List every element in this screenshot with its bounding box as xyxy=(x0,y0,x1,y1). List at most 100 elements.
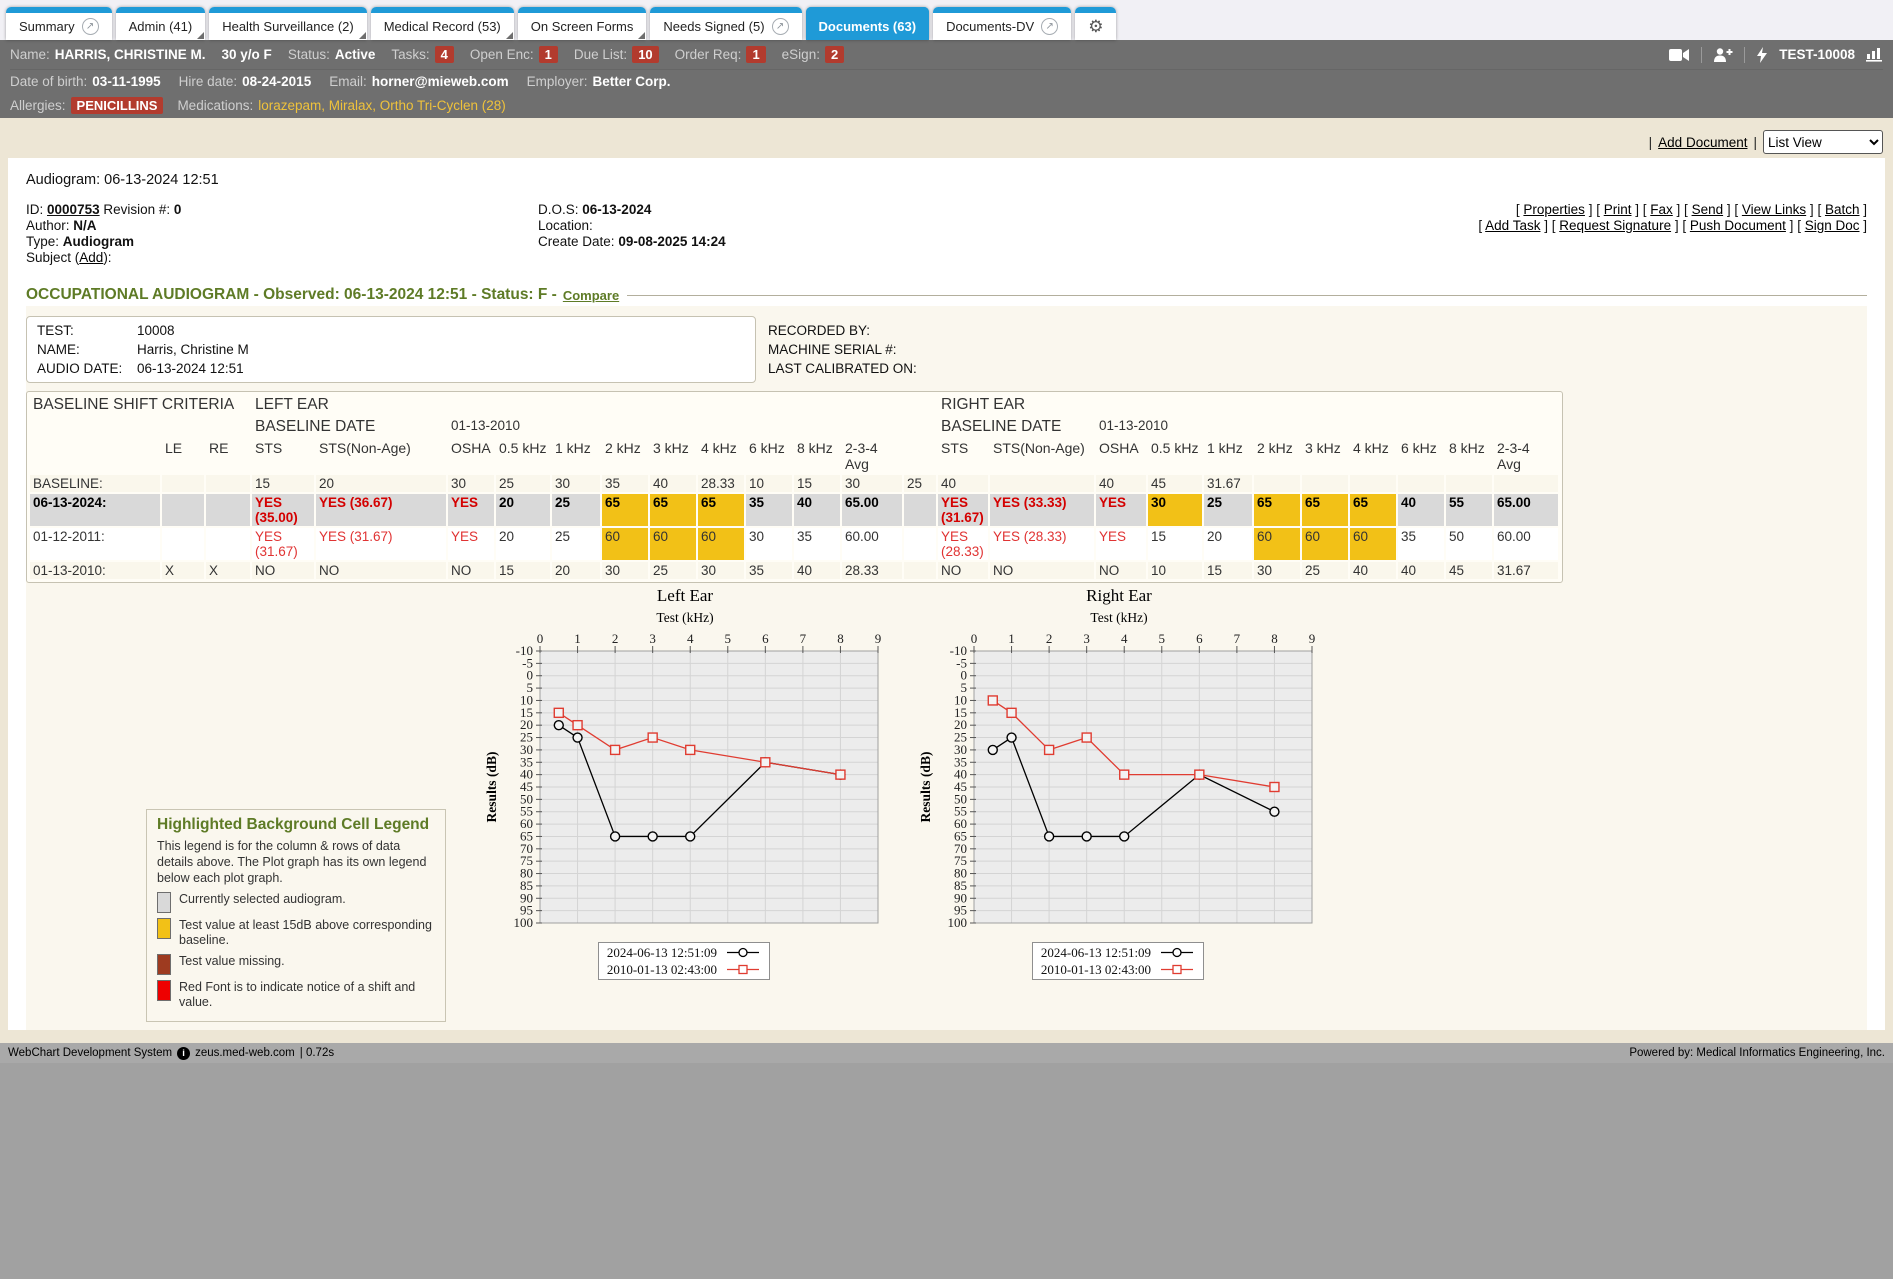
doc-link-print[interactable]: Print xyxy=(1604,202,1632,217)
doc-link-request-signature[interactable]: Request Signature xyxy=(1559,218,1671,233)
tab-label: Needs Signed (5) xyxy=(663,19,764,34)
doc-link-add-task[interactable]: Add Task xyxy=(1485,218,1540,233)
doc-link-send[interactable]: Send xyxy=(1692,202,1724,217)
table-cell: 35 xyxy=(794,528,840,560)
table-cell: 60 xyxy=(1302,528,1348,560)
add-person-icon[interactable] xyxy=(1713,47,1733,62)
table-row: 01-12-2011:YES (31.67)YES (31.67)YES2025… xyxy=(30,528,1558,560)
audio-date-label: AUDIO DATE: xyxy=(37,359,137,378)
table-cell: 35 xyxy=(746,494,792,526)
document-meta: ID: 0000753 Revision #: 0 Author: N/A Ty… xyxy=(26,202,1867,266)
legend-swatch xyxy=(157,892,171,913)
view-select[interactable]: List View xyxy=(1763,130,1883,154)
table-cell: 15 xyxy=(794,475,840,492)
table-cell: YES xyxy=(448,494,494,526)
table-cell xyxy=(1494,475,1558,492)
window-background xyxy=(0,1063,1893,1279)
cell-legend-item: Red Font is to indicate notice of a shif… xyxy=(157,980,435,1011)
tab-documents-dv[interactable]: Documents-DV xyxy=(933,7,1071,40)
document-card: Audiogram: 06-13-2024 12:51 ID: 0000753 … xyxy=(8,158,1885,1030)
table-cell: 40 xyxy=(1096,475,1146,492)
cell-legend-item: Currently selected audiogram. xyxy=(157,892,435,913)
external-link-icon[interactable] xyxy=(82,18,99,35)
video-camera-icon[interactable] xyxy=(1669,48,1690,62)
cell-legend-item: Test value missing. xyxy=(157,954,435,975)
doc-link-properties[interactable]: Properties xyxy=(1523,202,1585,217)
doc-link-fax[interactable]: Fax xyxy=(1650,202,1673,217)
table-cell: 30 xyxy=(448,475,494,492)
bar-chart-icon[interactable] xyxy=(1866,47,1883,62)
legend-label: Red Font is to indicate notice of a shif… xyxy=(179,980,435,1011)
doc-link-view-links[interactable]: View Links xyxy=(1742,202,1806,217)
table-cell: LE xyxy=(162,439,204,473)
table-cell: 40 xyxy=(1350,562,1396,579)
medications-list[interactable]: lorazepam, Miralax, Ortho Tri-Cyclen (28… xyxy=(258,98,506,113)
doc-link-sign-doc[interactable]: Sign Doc xyxy=(1805,218,1860,233)
tab-on-screen-forms[interactable]: On Screen Forms xyxy=(518,7,647,40)
add-document-link[interactable]: Add Document xyxy=(1658,135,1747,150)
due-list-badge[interactable]: 10 xyxy=(632,46,658,63)
esign-badge[interactable]: 2 xyxy=(825,46,844,63)
table-cell: 25 xyxy=(650,562,696,579)
tab-health-surveillance[interactable]: Health Surveillance (2) xyxy=(209,7,367,40)
tab-summary[interactable]: Summary xyxy=(6,7,112,40)
table-cell: STS xyxy=(252,439,314,473)
settings-tab[interactable] xyxy=(1075,7,1116,40)
legend-swatch xyxy=(157,980,171,1001)
table-cell: 15 xyxy=(252,475,314,492)
external-link-icon[interactable] xyxy=(772,18,789,35)
cell-legend-box: Highlighted Background Cell Legend This … xyxy=(146,809,446,1022)
external-link-icon[interactable] xyxy=(1041,18,1058,35)
table-cell: YES (35.00) xyxy=(252,494,314,526)
info-icon[interactable] xyxy=(177,1047,190,1060)
table-cell: YES (28.33) xyxy=(990,528,1094,560)
open-enc-badge[interactable]: 1 xyxy=(539,46,558,63)
patient-row-1: Name:HARRIS, CHRISTINE M. 30 y/o F Statu… xyxy=(10,40,1883,70)
table-cell: 10 xyxy=(746,475,792,492)
table-cell: YES (31.67) xyxy=(252,528,314,560)
due-list-label: Due List: xyxy=(574,47,627,62)
tab-admin[interactable]: Admin (41) xyxy=(116,7,206,40)
table-cell: 20 xyxy=(496,494,550,526)
tab-needs-signed[interactable]: Needs Signed (5) xyxy=(650,7,801,40)
table-cell: 60.00 xyxy=(842,528,902,560)
tab-medical-record[interactable]: Medical Record (53) xyxy=(371,7,514,40)
audiogram-info: TEST:10008 NAME:Harris, Christine M AUDI… xyxy=(26,316,1867,383)
allergies-label: Allergies: xyxy=(10,98,66,113)
svg-text:5: 5 xyxy=(1159,631,1166,646)
table-cell: 2 kHz xyxy=(1254,439,1300,473)
tasks-badge[interactable]: 4 xyxy=(435,46,454,63)
compare-link[interactable]: Compare xyxy=(563,288,619,303)
table-cell xyxy=(904,562,936,579)
table-cell: 35 xyxy=(602,475,648,492)
chart-legend-label: 2024-06-13 12:51:09 xyxy=(607,945,717,961)
table-cell: YES xyxy=(1096,494,1146,526)
chart-legend-label: 2010-01-13 02:43:00 xyxy=(1041,962,1151,978)
charts-row: Highlighted Background Cell Legend This … xyxy=(26,585,1867,1022)
tab-documents[interactable]: Documents (63) xyxy=(806,7,930,40)
table-cell: YES xyxy=(448,528,494,560)
table-cell: NO xyxy=(316,562,446,579)
doc-link-batch[interactable]: Batch xyxy=(1825,202,1860,217)
cell-legend-body: This legend is for the column & rows of … xyxy=(157,838,435,886)
table-cell xyxy=(1446,475,1492,492)
table-cell: 20 xyxy=(316,475,446,492)
table-cell: 60 xyxy=(698,528,744,560)
table-cell: RE xyxy=(206,439,250,473)
doc-link-push-document[interactable]: Push Document xyxy=(1690,218,1786,233)
lightning-icon[interactable] xyxy=(1756,47,1768,63)
table-cell: 25 xyxy=(552,528,600,560)
allergy-badge[interactable]: PENICILLINS xyxy=(71,97,164,114)
svg-text:9: 9 xyxy=(875,631,882,646)
table-cell xyxy=(904,494,936,526)
machine-info: RECORDED BY: MACHINE SERIAL #: LAST CALI… xyxy=(768,316,917,383)
order-req-badge[interactable]: 1 xyxy=(746,46,765,63)
table-cell xyxy=(206,528,250,560)
subject-add-link[interactable]: Add xyxy=(79,250,103,265)
table-cell: 3 kHz xyxy=(1302,439,1348,473)
table-cell: BASELINE: xyxy=(30,475,160,492)
table-cell: 45 xyxy=(1148,475,1202,492)
document-id-link[interactable]: 0000753 xyxy=(47,202,100,217)
employer-value: Better Corp. xyxy=(592,74,670,89)
divider xyxy=(1744,47,1745,63)
